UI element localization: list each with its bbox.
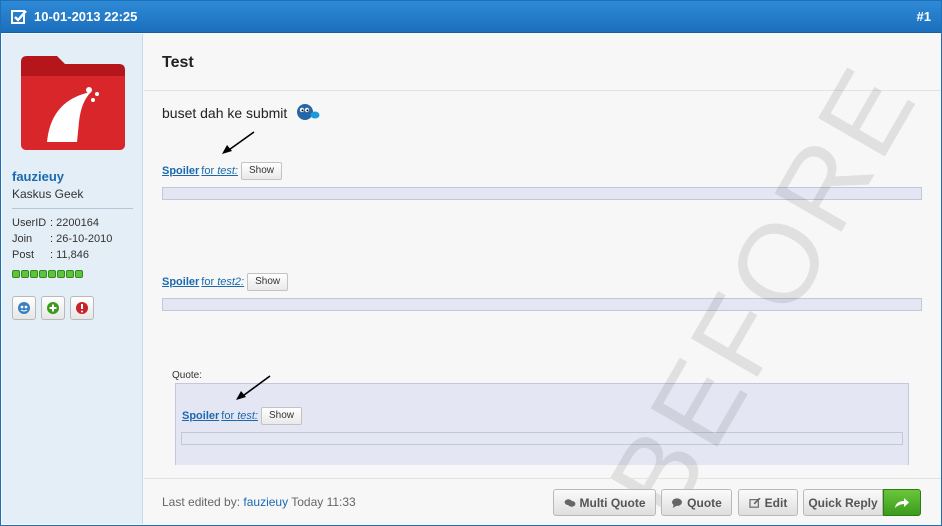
edit-label: Edit: [764, 495, 788, 510]
reputation-pip: [12, 270, 20, 278]
username[interactable]: fauzieuy: [12, 169, 64, 184]
speech-bubble-icon: [672, 497, 683, 508]
spoiler-label[interactable]: Spoiler: [162, 165, 199, 177]
spoiler-show-button[interactable]: Show: [261, 407, 303, 425]
post-title: Test: [162, 54, 194, 71]
reputation-pip: [21, 270, 29, 278]
spoiler-2: Spoiler for test2: Show: [162, 273, 289, 291]
report-icon: [76, 302, 88, 314]
last-edited: Last edited by: fauzieuy Today 11:33: [162, 495, 356, 509]
edit-icon: [749, 497, 761, 508]
spoiler-label[interactable]: Spoiler: [182, 410, 219, 422]
spoiler-1: Spoiler for test: Show: [162, 162, 283, 180]
spoiler-arrow-icon: [222, 131, 255, 154]
emoticon-icon: [297, 104, 320, 120]
stat-label: Join: [12, 233, 33, 245]
stat-userid: UserID: 2200164: [12, 217, 99, 229]
post-header: 10-01-2013 22:25 #1: [1, 1, 941, 33]
reply-arrow-icon: [895, 497, 909, 508]
stat-value: : 2200164: [50, 217, 99, 229]
quote-label-btn: Quote: [687, 495, 722, 510]
reputation-pip: [30, 270, 38, 278]
spoiler-arrow-icon: [236, 375, 271, 400]
reputation-pip: [66, 270, 74, 278]
add-reputation-button[interactable]: [41, 296, 65, 320]
report-button[interactable]: [70, 296, 94, 320]
post-date: 10-01-2013 22:25: [34, 9, 138, 24]
spoiler-label[interactable]: Spoiler: [162, 276, 199, 288]
post-number[interactable]: #1: [917, 9, 931, 24]
sidebar-divider: [12, 208, 133, 209]
stat-post: Post : 11,846: [12, 249, 89, 261]
spoiler-for[interactable]: for test:: [201, 165, 238, 177]
spoiler-for[interactable]: for test2:: [201, 276, 244, 288]
spoiler-for-text: for: [221, 410, 238, 422]
quick-reply-label: Quick Reply: [808, 495, 878, 510]
quick-reply-button[interactable]: Quick Reply: [803, 489, 883, 516]
reputation-pip: [57, 270, 65, 278]
speech-bubbles-icon: [564, 498, 575, 507]
spoiler-for-text: for: [201, 165, 218, 177]
user-actions: [12, 296, 94, 320]
post-body: buset dah ke submit: [162, 105, 288, 121]
spoiler-for-text: for: [201, 276, 218, 288]
reputation-pip: [75, 270, 83, 278]
post-container: 10-01-2013 22:25 #1 fauzieuy Kaskus Geek…: [0, 0, 942, 526]
spoiler-show-button[interactable]: Show: [247, 273, 289, 291]
spoiler-name: test:: [237, 410, 258, 422]
stat-join: Join : 26-10-2010: [12, 233, 112, 245]
spoiler-name: test:: [217, 165, 238, 177]
reputation-bar: [12, 270, 83, 278]
reputation-pip: [48, 270, 56, 278]
checkbox-icon[interactable]: [11, 9, 27, 25]
avatar[interactable]: [17, 52, 129, 152]
quote-label: Quote:: [172, 370, 203, 381]
multi-quote-label: Multi Quote: [579, 495, 646, 510]
add-reputation-icon: [47, 302, 59, 314]
user-info-icon: [18, 302, 30, 314]
multi-quote-button[interactable]: Multi Quote: [553, 489, 656, 516]
reputation-pip: [39, 270, 47, 278]
user-sidebar: fauzieuy Kaskus Geek UserID: 2200164 Joi…: [2, 34, 143, 524]
post-content: Test buset dah ke submit Spoiler for tes…: [144, 34, 941, 526]
quote-button[interactable]: Quote: [661, 489, 732, 516]
quote-box: Spoiler for test: Show: [175, 375, 909, 465]
stat-value: : 11,846: [50, 249, 89, 261]
stat-value: : 26-10-2010: [50, 233, 113, 245]
user-rank: Kaskus Geek: [12, 187, 84, 201]
edited-time: Today 11:33: [291, 495, 356, 509]
quote-spoiler: Spoiler for test: Show: [182, 407, 303, 425]
spoiler-name: test2:: [217, 276, 245, 288]
edited-user[interactable]: fauzieuy: [243, 495, 288, 509]
stat-label: UserID: [12, 217, 47, 229]
stat-label: Post: [12, 249, 35, 261]
spoiler-show-button[interactable]: Show: [241, 162, 283, 180]
quick-reply-go-button[interactable]: [883, 489, 921, 516]
user-info-button[interactable]: [12, 296, 36, 320]
spoiler-content-box: [181, 432, 903, 445]
footer-divider: [144, 478, 941, 479]
spoiler-for[interactable]: for test:: [221, 410, 258, 422]
edit-button[interactable]: Edit: [738, 489, 798, 516]
edited-prefix: Last edited by:: [162, 495, 241, 509]
